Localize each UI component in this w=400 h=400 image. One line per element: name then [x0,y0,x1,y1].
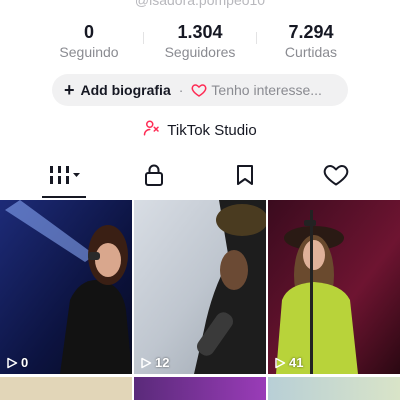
video-thumbnail[interactable] [268,377,400,400]
video-thumbnail-image [0,200,132,374]
likes-label: Curtidas [284,44,338,60]
video-grid: 0 12 41 [0,200,400,400]
video-thumbnail[interactable] [134,377,266,400]
video-thumbnail-image [268,200,400,374]
stat-likes[interactable]: 7.294 Curtidas [256,22,366,61]
plus-icon[interactable]: + [64,81,75,99]
heart-outline-icon [191,82,207,98]
tab-videos[interactable] [14,160,114,198]
followers-label: Seguidores [164,44,236,60]
video-thumbnail[interactable] [0,377,132,400]
tiktok-studio-link[interactable]: TikTok Studio [0,120,400,140]
video-views-count: 12 [155,355,170,370]
stat-following[interactable]: 0 Seguindo [34,22,144,61]
video-thumbnail[interactable]: 12 [134,200,266,374]
lock-icon [143,163,165,192]
following-label: Seguindo [59,44,119,60]
video-views: 41 [274,355,303,370]
stat-followers[interactable]: 1.304 Seguidores [145,22,255,61]
video-views-count: 0 [21,355,29,370]
video-thumbnail-image [134,200,266,374]
play-outline-icon [275,357,286,368]
profile-handle: @isadora.pompeo10 [134,0,266,8]
tab-liked[interactable] [286,160,386,198]
studio-person-icon [143,119,167,141]
bookmark-icon [234,163,256,192]
video-views-count: 41 [289,355,304,370]
heart-icon [323,163,349,192]
add-bio-button[interactable]: Add biografia [81,82,171,98]
videos-grid-icon [47,163,81,192]
video-views: 0 [6,355,28,370]
following-count: 0 [83,22,94,42]
bio-separator: · [178,82,184,98]
tab-private[interactable] [104,160,204,198]
video-thumbnail[interactable]: 0 [0,200,132,374]
followers-count: 1.304 [177,22,223,42]
interests-button[interactable]: Tenho interesse... [211,82,322,98]
video-thumbnail[interactable]: 41 [268,200,400,374]
play-outline-icon [141,357,152,368]
stat-divider [143,32,144,44]
video-views: 12 [140,355,169,370]
profile-tabs [0,160,400,198]
likes-count: 7.294 [288,22,334,42]
active-tab-indicator [42,196,86,198]
tab-saved[interactable] [195,160,295,198]
play-outline-icon [7,357,18,368]
studio-label: TikTok Studio [167,121,257,139]
bio-actions-pill: + Add biografia · Tenho interesse... [52,74,348,106]
profile-stats: 0 Seguindo 1.304 Seguidores 7.294 Curtid… [0,22,400,62]
